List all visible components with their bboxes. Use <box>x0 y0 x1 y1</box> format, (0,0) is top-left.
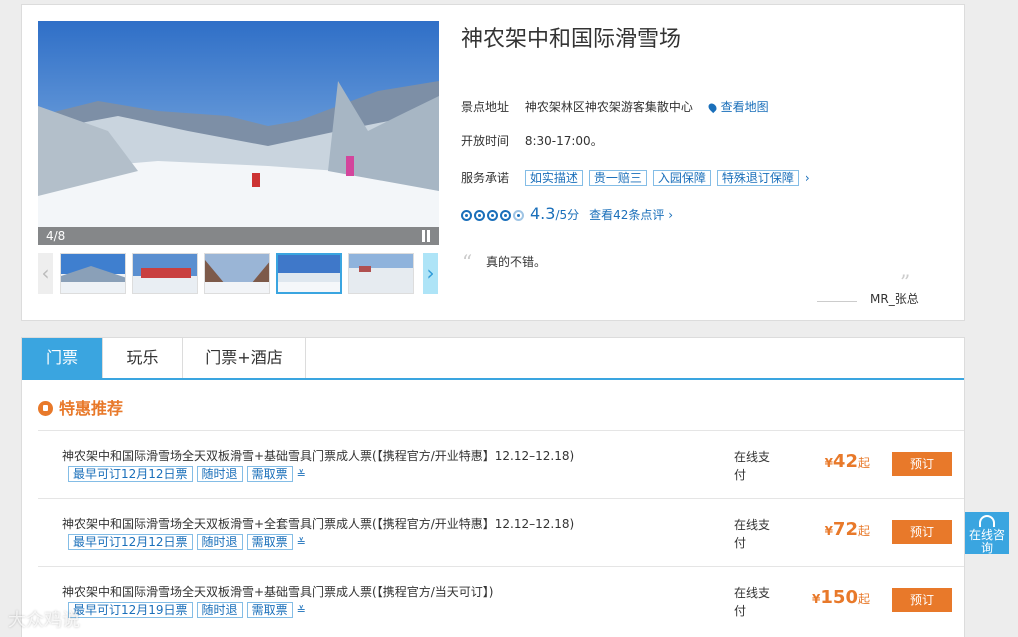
chevron-right-icon[interactable]: › <box>805 171 810 185</box>
ticket-row: 神农架中和国际滑雪场全天双板滑雪+基础雪具门票成人票(【携程官方/当天可订】) … <box>38 566 964 634</box>
review-author: MR_张总 <box>870 292 919 306</box>
expand-chevron-icon[interactable]: ≚ <box>297 536 306 549</box>
payment-method: 在线支付 <box>734 450 771 482</box>
thumbnail[interactable] <box>132 253 198 294</box>
thumbnail-active[interactable] <box>276 253 342 294</box>
rating-circles <box>461 210 526 224</box>
hours-row: 开放时间 8:30-17:00。 <box>461 132 603 149</box>
book-button[interactable]: 预订 <box>892 452 952 476</box>
rating-score: 4.3 <box>530 204 556 223</box>
pause-icon[interactable] <box>421 230 431 242</box>
service-label: 服务承诺 <box>461 171 510 185</box>
quote-open-icon: “ <box>462 250 473 274</box>
rating-row: 4.3/5分 查看42条点评 › <box>461 204 673 224</box>
reviews-link[interactable]: 查看42条点评 › <box>589 208 673 222</box>
thumbs-up-icon <box>38 401 53 416</box>
ticket-price: ¥150起 <box>812 587 870 608</box>
payment-method: 在线支付 <box>734 518 771 550</box>
hours-label: 开放时间 <box>461 134 510 148</box>
map-pin-icon <box>706 101 718 114</box>
headset-icon <box>979 515 995 527</box>
view-map-label: 查看地图 <box>720 100 769 114</box>
book-button[interactable]: 预订 <box>892 588 952 612</box>
service-tag[interactable]: 如实描述 <box>524 170 583 186</box>
ticket-tag: 需取票 <box>246 534 293 550</box>
thumbnail[interactable] <box>204 253 270 294</box>
price-value: 72 <box>832 519 858 540</box>
thumb-prev-button[interactable]: ‹ <box>38 253 53 294</box>
ticket-row: 神农架中和国际滑雪场全天双板滑雪+基础雪具门票成人票(【携程官方/开业特惠】12… <box>38 430 964 498</box>
address-value: 神农架林区神农架游客集散中心 <box>524 100 693 114</box>
ticket-price: ¥42起 <box>825 451 870 472</box>
attraction-card: 4/8 ‹ › 神农架中和国际滑雪场 景点地址 神农架林区神农架游客集散中心 查… <box>21 4 965 321</box>
price-suffix: 起 <box>857 456 870 470</box>
expand-chevron-icon[interactable]: ≚ <box>297 604 306 617</box>
ticket-tag: 需取票 <box>246 602 293 618</box>
photo-counter-bar: 4/8 <box>38 227 439 245</box>
thumb-next-button[interactable]: › <box>423 253 438 294</box>
thumbnail[interactable] <box>60 253 126 294</box>
payment-method: 在线支付 <box>734 586 771 618</box>
ticket-tags: 最早可订12月12日票 随时退 需取票 ≚ <box>68 466 306 482</box>
price-value: 150 <box>820 587 858 608</box>
photo-counter: 4/8 <box>46 229 66 243</box>
service-tag[interactable]: 贵一赔三 <box>588 170 647 186</box>
main-photo[interactable]: 4/8 <box>38 21 439 245</box>
view-map-link[interactable]: 查看地图 <box>706 100 769 114</box>
attraction-title: 神农架中和国际滑雪场 <box>461 27 682 52</box>
online-consult-button[interactable]: 在线咨询 <box>965 512 1009 554</box>
price-suffix: 起 <box>857 524 870 538</box>
section-title: 特惠推荐 <box>38 395 123 419</box>
address-row: 景点地址 神农架林区神农架游客集散中心 查看地图 <box>461 98 769 115</box>
ticket-tags: 最早可订12月12日票 随时退 需取票 ≚ <box>68 534 306 550</box>
price-value: 42 <box>832 451 858 472</box>
reviews-link-label: 查看42条点评 <box>589 208 665 222</box>
ticket-name[interactable]: 神农架中和国际滑雪场全天双板滑雪+基础雪具门票成人票(【携程官方/开业特惠】12… <box>62 447 574 464</box>
ticket-tag: 最早可订12月19日票 <box>68 602 193 618</box>
ticket-tag: 随时退 <box>196 534 243 550</box>
review-quote: 真的不错。 <box>486 255 547 269</box>
tab-ticket-hotel[interactable]: 门票+酒店 <box>183 338 306 378</box>
tickets-card: 门票 玩乐 门票+酒店 特惠推荐 神农架中和国际滑雪场全天双板滑雪+基础雪具门票… <box>21 337 965 637</box>
tab-tickets[interactable]: 门票 <box>22 338 103 378</box>
expand-chevron-icon[interactable]: ≚ <box>297 468 306 481</box>
quote-divider <box>817 301 857 302</box>
rating-max: /5分 <box>555 208 580 222</box>
ticket-name[interactable]: 神农架中和国际滑雪场全天双板滑雪+基础雪具门票成人票(【携程官方/当天可订】) <box>62 583 493 600</box>
ticket-tag: 最早可订12月12日票 <box>68 534 193 550</box>
ticket-name[interactable]: 神农架中和国际滑雪场全天双板滑雪+全套雪具门票成人票(【携程官方/开业特惠】12… <box>62 515 574 532</box>
watermark: 大众鸡说 <box>8 610 80 631</box>
ticket-tag: 随时退 <box>196 602 243 618</box>
section-title-label: 特惠推荐 <box>59 399 124 418</box>
ticket-tabs: 门票 玩乐 门票+酒店 <box>22 338 964 380</box>
book-button[interactable]: 预订 <box>892 520 952 544</box>
ticket-price: ¥72起 <box>825 519 870 540</box>
ticket-tag: 最早可订12月12日票 <box>68 466 193 482</box>
hours-value: 8:30-17:00。 <box>524 134 603 148</box>
thumbnail[interactable] <box>348 253 414 294</box>
tab-activities[interactable]: 玩乐 <box>103 338 183 378</box>
ticket-row: 神农架中和国际滑雪场全天双板滑雪+全套雪具门票成人票(【携程官方/开业特惠】12… <box>38 498 964 566</box>
service-tag[interactable]: 特殊退订保障 <box>716 170 799 186</box>
ticket-list: 神农架中和国际滑雪场全天双板滑雪+基础雪具门票成人票(【携程官方/开业特惠】12… <box>38 430 964 634</box>
ticket-tag: 需取票 <box>246 466 293 482</box>
price-suffix: 起 <box>857 592 870 606</box>
ski-slope-image <box>38 21 439 245</box>
thumbnail-strip: ‹ › <box>38 253 439 295</box>
address-label: 景点地址 <box>461 100 510 114</box>
price-currency: ¥ <box>824 456 833 470</box>
ticket-tag: 随时退 <box>196 466 243 482</box>
service-tag[interactable]: 入园保障 <box>652 170 711 186</box>
price-currency: ¥ <box>824 524 833 538</box>
consult-label: 在线咨询 <box>968 528 1005 555</box>
service-row: 服务承诺 如实描述 贵一赔三 入园保障 特殊退订保障 › <box>461 169 810 186</box>
ticket-tags: 最早可订12月19日票 随时退 需取票 ≚ <box>68 602 306 618</box>
